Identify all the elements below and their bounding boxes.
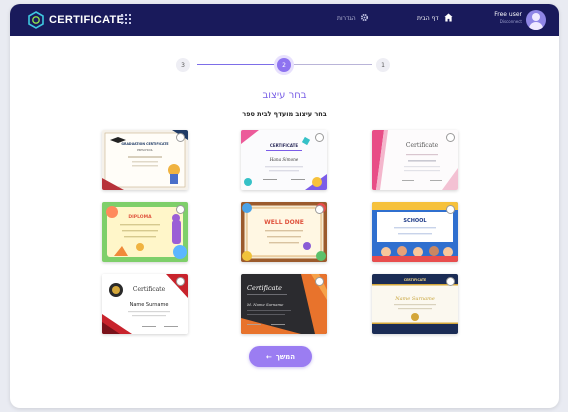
stepper-line-right	[289, 64, 372, 65]
template-radio[interactable]	[315, 277, 324, 286]
template-card-diploma-kids[interactable]: DIPLOMA	[102, 202, 188, 262]
arrow-left-icon: ←	[265, 352, 272, 361]
template-radio[interactable]	[446, 277, 455, 286]
template-radio[interactable]	[446, 205, 455, 214]
page-title: בחר עיצוב	[262, 90, 307, 101]
template-radio[interactable]	[315, 133, 324, 142]
avatar-head	[532, 13, 540, 21]
template-school-heading: SCHOOL	[403, 218, 427, 224]
template-graduation-heading: GRADUATION CERTIFICATE	[121, 142, 168, 146]
template-card-certificate-navy[interactable]: CERTIFICATE Name Surname	[372, 274, 458, 334]
step-1: 1	[376, 58, 390, 72]
page-subtitle: בחר עיצוב מועדף לבית ספר	[242, 110, 327, 118]
continue-button[interactable]: ← המשך	[249, 346, 312, 367]
top-navigation-bar: CERTIFICATE הגדרות דף הבית Free user Dis…	[10, 4, 559, 36]
template-red-heading: Certificate	[133, 286, 166, 293]
template-navy-name: Name Surname	[394, 296, 435, 302]
nav-home-label: דף הבית	[417, 15, 439, 22]
template-card-certificate-red[interactable]: Certificate Name Surname	[102, 274, 188, 334]
template-card-well-done[interactable]: WELL DONE	[241, 202, 327, 262]
template-card-school-kids[interactable]: SCHOOL	[372, 202, 458, 262]
nav-settings-label: הגדרות	[337, 15, 356, 22]
app-logo[interactable]: CERTIFICATE	[28, 11, 124, 29]
template-card-certificate-dark[interactable]: Certificate M. Name Surname	[241, 274, 327, 334]
template-radio[interactable]	[315, 205, 324, 214]
nav-settings[interactable]: הגדרות	[337, 13, 369, 24]
template-graduation-subheading: PRESCHOOL	[137, 148, 153, 152]
avatar[interactable]	[526, 10, 546, 30]
template-diploma-heading: DIPLOMA	[128, 214, 152, 220]
avatar-body	[529, 22, 543, 30]
template-colorful-name: Hana Simone	[269, 157, 299, 162]
step-3: 3	[176, 58, 190, 72]
logo-badge-icon	[28, 11, 44, 29]
user-status[interactable]: Disconnect	[488, 19, 522, 24]
nav-home[interactable]: דף הבית	[417, 13, 453, 24]
step-2: 2	[277, 58, 291, 72]
user-name: Free user	[494, 11, 522, 18]
template-navy-heading: CERTIFICATE	[404, 278, 426, 282]
home-icon	[444, 13, 453, 24]
template-well-done-heading: WELL DONE	[264, 219, 304, 226]
progress-stepper: 3 2 1	[10, 58, 559, 72]
template-radio[interactable]	[446, 133, 455, 142]
continue-button-label: המשך	[275, 352, 296, 361]
gear-icon	[360, 13, 369, 24]
template-card-certificate-pink[interactable]: Certificate	[372, 130, 458, 190]
template-card-certificate-colorful[interactable]: CERTIFICATE Hana Simone	[241, 130, 327, 190]
template-radio[interactable]	[176, 205, 185, 214]
apps-grid-icon[interactable]	[121, 14, 131, 24]
template-colorful-heading: CERTIFICATE	[270, 143, 298, 148]
stepper-line-left	[197, 64, 280, 65]
app-window: CERTIFICATE הגדרות דף הבית Free user Dis…	[10, 4, 559, 408]
template-pink-heading: Certificate	[406, 142, 439, 149]
template-dark-name: M. Name Surname	[246, 302, 284, 307]
user-info: Free user Disconnect	[488, 11, 522, 24]
template-radio[interactable]	[176, 133, 185, 142]
template-dark-heading: Certificate	[247, 284, 282, 292]
template-card-graduation[interactable]: GRADUATION CERTIFICATE PRESCHOOL	[102, 130, 188, 190]
template-radio[interactable]	[176, 277, 185, 286]
logo-text: CERTIFICATE	[49, 14, 125, 26]
template-red-name: Name Surname	[130, 302, 169, 308]
